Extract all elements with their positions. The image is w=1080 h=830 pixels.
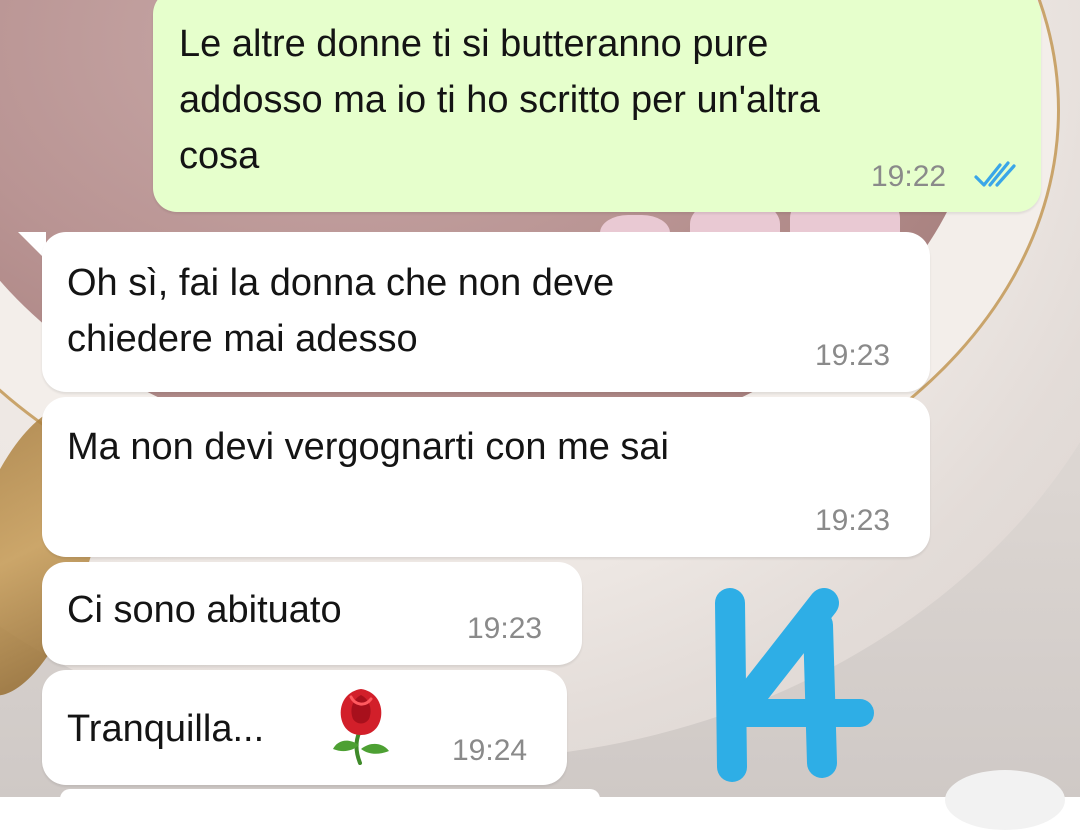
scroll-down-button[interactable] bbox=[945, 770, 1065, 830]
rose-icon bbox=[333, 689, 389, 765]
message-text: Le altre donne ti si butteranno pure add… bbox=[179, 23, 820, 177]
message-text: Ci sono abituato bbox=[67, 589, 342, 631]
message-timestamp: 19:24 bbox=[452, 734, 528, 767]
message-text: Ma non devi vergognarti con me sai bbox=[67, 426, 669, 468]
message-bubble-incoming[interactable]: Ma non devi vergognarti con me sai 19:23 bbox=[42, 397, 930, 557]
message-timestamp: 19:23 bbox=[467, 612, 543, 645]
message-bubble-incoming[interactable]: Ci sono abituato 19:23 bbox=[42, 562, 582, 665]
message-text: Tranquilla... bbox=[67, 708, 265, 750]
double-check-read-icon bbox=[974, 161, 1016, 187]
handwritten-number-annotation: 14 bbox=[715, 588, 874, 782]
message-bubble-outgoing[interactable]: Le altre donne ti si butteranno pure add… bbox=[153, 0, 1041, 212]
message-timestamp: 19:22 bbox=[871, 160, 947, 193]
message-text: Oh sì, fai la donna che non deve chieder… bbox=[67, 262, 615, 360]
message-timestamp: 19:23 bbox=[815, 339, 891, 372]
message-bubble-incoming[interactable]: Oh sì, fai la donna che non deve chieder… bbox=[42, 232, 930, 392]
message-timestamp: 19:23 bbox=[815, 504, 891, 537]
message-bubble-incoming[interactable]: Tranquilla... 19:24 bbox=[42, 670, 567, 785]
next-message-bubble-partial bbox=[60, 789, 600, 809]
